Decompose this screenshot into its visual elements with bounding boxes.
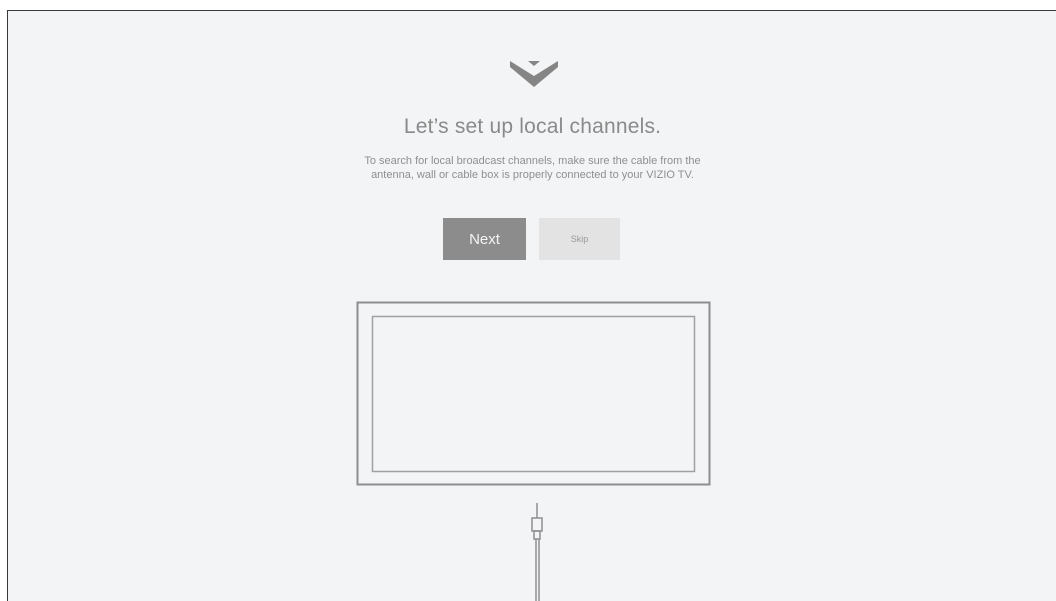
instruction-line-1: To search for local broadcast channels, …: [364, 155, 701, 167]
next-button[interactable]: Next: [443, 218, 526, 260]
tv-cable-illustration-icon: [356, 301, 711, 601]
instruction-line-2: antenna, wall or cable box is properly c…: [371, 169, 694, 181]
tv-screen: [371, 315, 696, 473]
skip-button[interactable]: Skip: [539, 218, 620, 260]
tv-frame: [356, 301, 711, 486]
page-title: Let’s set up local channels.: [403, 115, 662, 138]
instruction-text: To search for local broadcast channels, …: [8, 154, 1056, 182]
vizio-logo-icon: [510, 61, 558, 87]
setup-screen: Let’s set up local channels. To search f…: [7, 10, 1056, 601]
